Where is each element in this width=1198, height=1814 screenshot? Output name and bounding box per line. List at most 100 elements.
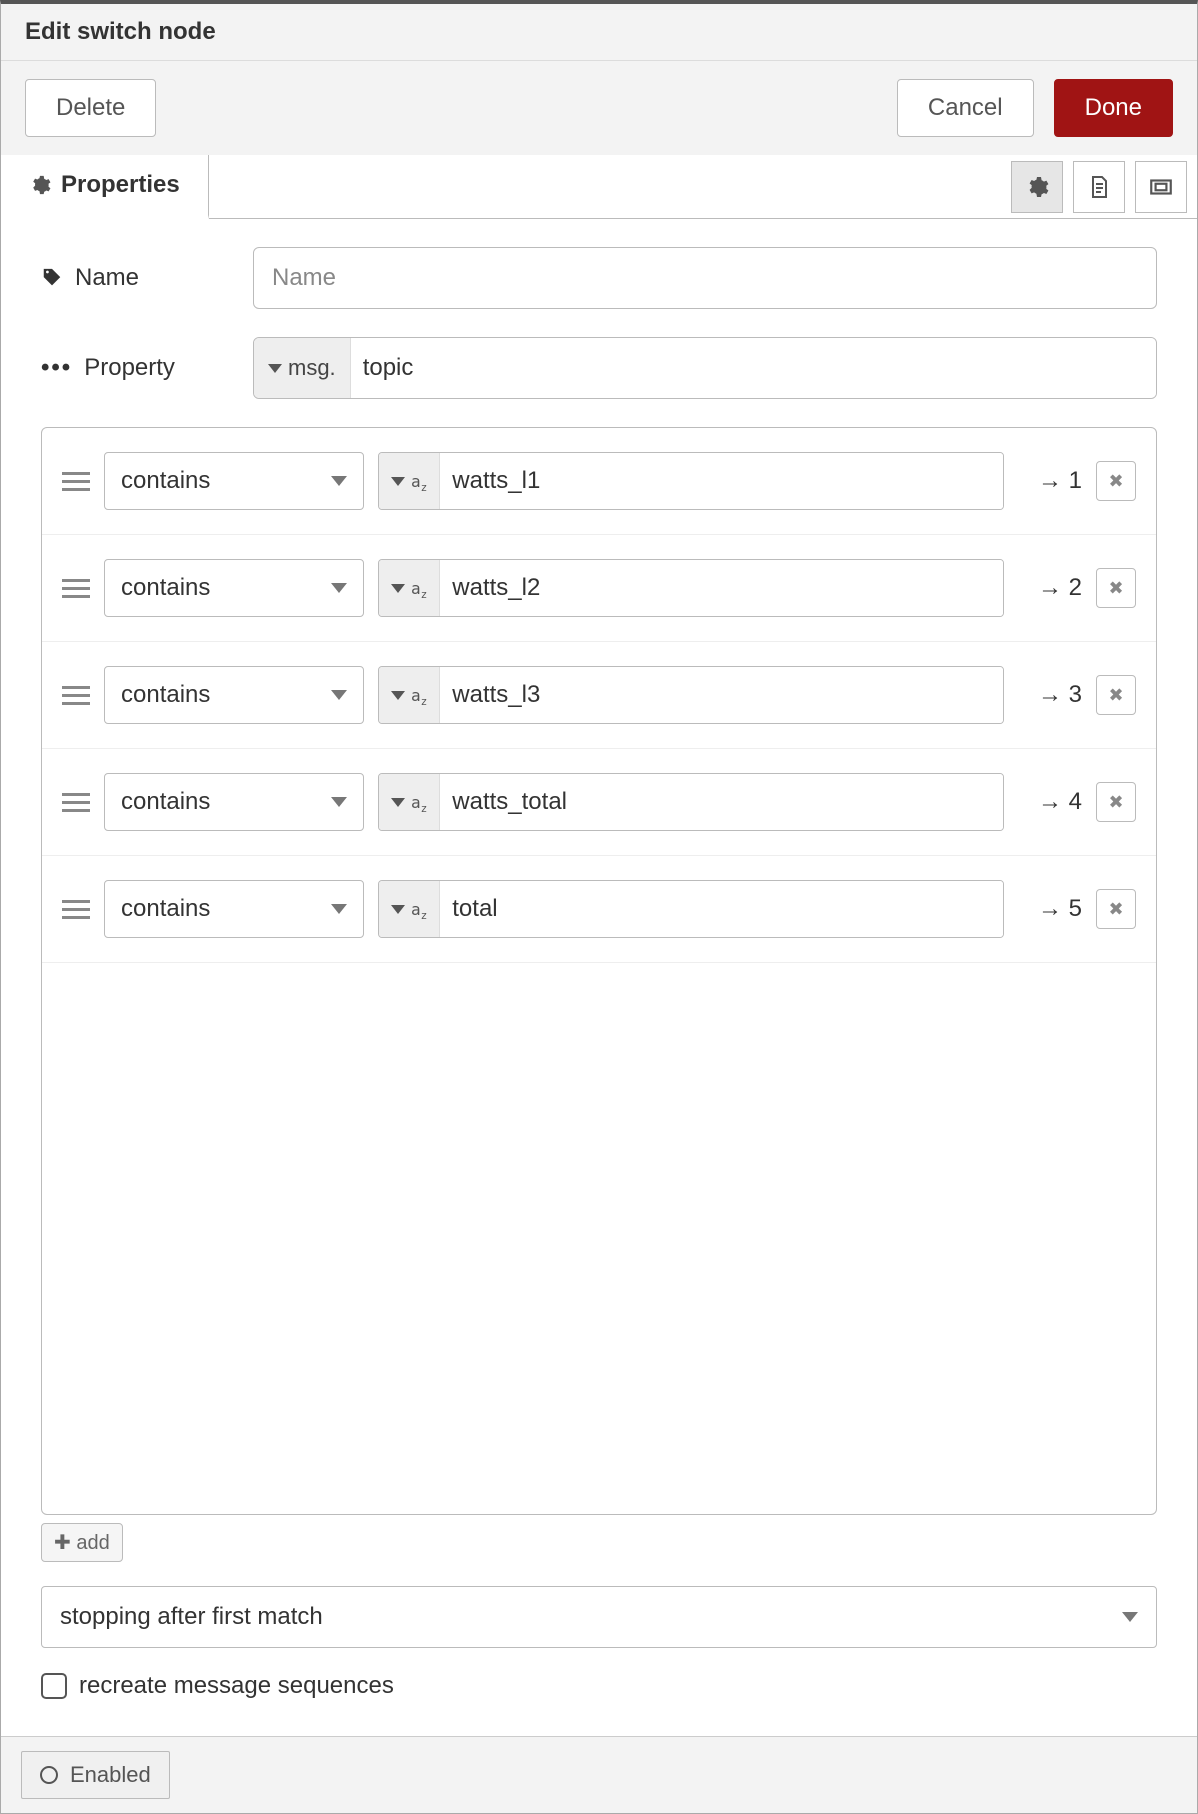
caret-down-icon — [391, 905, 405, 914]
delete-rule-button[interactable]: ✖ — [1096, 782, 1136, 822]
match-mode-label: stopping after first match — [60, 1603, 323, 1631]
rule-row: contains az → 4 ✖ — [42, 749, 1156, 856]
operator-label: contains — [121, 574, 210, 602]
footer-bar: Enabled — [1, 1736, 1197, 1813]
rule-value-wrapper: az — [378, 880, 1004, 938]
match-mode-select[interactable]: stopping after first match — [41, 1586, 1157, 1648]
drag-handle[interactable] — [62, 900, 90, 919]
value-type-selector[interactable]: az — [379, 667, 440, 723]
caret-down-icon — [391, 798, 405, 807]
rule-value-wrapper: az — [378, 559, 1004, 617]
name-label: Name — [75, 264, 139, 292]
output-index: → 3 — [1018, 681, 1082, 709]
value-type-selector[interactable]: az — [379, 881, 440, 937]
tag-icon — [41, 267, 63, 289]
delete-button[interactable]: Delete — [25, 79, 156, 137]
action-bar: Delete Cancel Done — [1, 61, 1197, 155]
name-row: Name — [41, 247, 1157, 309]
output-index: → 4 — [1018, 788, 1082, 816]
appearance-icon — [1148, 174, 1174, 200]
rule-value-input[interactable] — [440, 774, 1003, 830]
close-icon: ✖ — [1108, 899, 1123, 920]
rule-value-input[interactable] — [440, 453, 1003, 509]
drag-handle[interactable] — [62, 579, 90, 598]
tab-properties-label: Properties — [61, 171, 180, 199]
operator-label: contains — [121, 467, 210, 495]
caret-down-icon — [391, 691, 405, 700]
drag-handle[interactable] — [62, 472, 90, 491]
operator-select[interactable]: contains — [104, 880, 364, 938]
rules-list: contains az → 1 ✖ contains az — [41, 427, 1157, 1515]
property-label: Property — [84, 354, 175, 382]
caret-down-icon — [391, 477, 405, 486]
name-input[interactable] — [253, 247, 1157, 309]
recreate-checkbox[interactable] — [41, 1673, 67, 1699]
chevron-down-icon — [331, 476, 347, 486]
operator-select[interactable]: contains — [104, 773, 364, 831]
tab-properties[interactable]: Properties — [1, 155, 209, 219]
delete-rule-button[interactable]: ✖ — [1096, 889, 1136, 929]
enabled-toggle[interactable]: Enabled — [21, 1751, 170, 1799]
string-type-icon: az — [411, 472, 427, 491]
tab-icon-appearance[interactable] — [1135, 161, 1187, 213]
tab-icon-description[interactable] — [1073, 161, 1125, 213]
plus-icon: ✚ — [54, 1532, 71, 1554]
chevron-down-icon — [331, 583, 347, 593]
close-icon: ✖ — [1108, 792, 1123, 813]
caret-down-icon — [391, 584, 405, 593]
document-icon — [1087, 175, 1111, 199]
operator-label: contains — [121, 895, 210, 923]
chevron-down-icon — [331, 690, 347, 700]
cancel-button[interactable]: Cancel — [897, 79, 1034, 137]
rule-value-wrapper: az — [378, 666, 1004, 724]
delete-rule-button[interactable]: ✖ — [1096, 568, 1136, 608]
string-type-icon: az — [411, 900, 427, 919]
drag-handle[interactable] — [62, 686, 90, 705]
rule-value-wrapper: az — [378, 452, 1004, 510]
recreate-row: recreate message sequences — [41, 1672, 1157, 1720]
close-icon: ✖ — [1108, 685, 1123, 706]
output-index: → 5 — [1018, 895, 1082, 923]
add-rule-button[interactable]: ✚ add — [41, 1523, 123, 1562]
content-area: Name ••• Property msg. contains — [1, 219, 1197, 1736]
string-type-icon: az — [411, 579, 427, 598]
property-input: msg. — [253, 337, 1157, 399]
edit-panel: Edit switch node Delete Cancel Done Prop… — [0, 0, 1198, 1814]
rule-row: contains az → 3 ✖ — [42, 642, 1156, 749]
caret-down-icon — [268, 364, 282, 373]
operator-select[interactable]: contains — [104, 452, 364, 510]
gear-icon — [1025, 175, 1049, 199]
operator-select[interactable]: contains — [104, 559, 364, 617]
value-type-selector[interactable]: az — [379, 560, 440, 616]
rule-value-wrapper: az — [378, 773, 1004, 831]
gear-icon — [29, 174, 51, 196]
chevron-down-icon — [1122, 1612, 1138, 1622]
close-icon: ✖ — [1108, 578, 1123, 599]
done-button[interactable]: Done — [1054, 79, 1173, 137]
add-rule-label: add — [76, 1532, 109, 1554]
property-row: ••• Property msg. — [41, 337, 1157, 399]
property-type-selector[interactable]: msg. — [254, 338, 351, 398]
value-type-selector[interactable]: az — [379, 774, 440, 830]
ellipsis-icon: ••• — [41, 354, 72, 382]
delete-rule-button[interactable]: ✖ — [1096, 675, 1136, 715]
drag-handle[interactable] — [62, 793, 90, 812]
rule-value-input[interactable] — [440, 881, 1003, 937]
delete-rule-button[interactable]: ✖ — [1096, 461, 1136, 501]
string-type-icon: az — [411, 686, 427, 705]
value-type-selector[interactable]: az — [379, 453, 440, 509]
operator-label: contains — [121, 788, 210, 816]
operator-select[interactable]: contains — [104, 666, 364, 724]
property-type-label: msg. — [288, 355, 336, 381]
rule-value-input[interactable] — [440, 560, 1003, 616]
property-value-input[interactable] — [351, 338, 1156, 398]
chevron-down-icon — [331, 797, 347, 807]
panel-title: Edit switch node — [1, 4, 1197, 61]
circle-icon — [40, 1766, 58, 1784]
rule-value-input[interactable] — [440, 667, 1003, 723]
rule-row: contains az → 2 ✖ — [42, 535, 1156, 642]
chevron-down-icon — [331, 904, 347, 914]
enabled-label: Enabled — [70, 1762, 151, 1788]
tab-icon-settings[interactable] — [1011, 161, 1063, 213]
rule-row: contains az → 1 ✖ — [42, 428, 1156, 535]
